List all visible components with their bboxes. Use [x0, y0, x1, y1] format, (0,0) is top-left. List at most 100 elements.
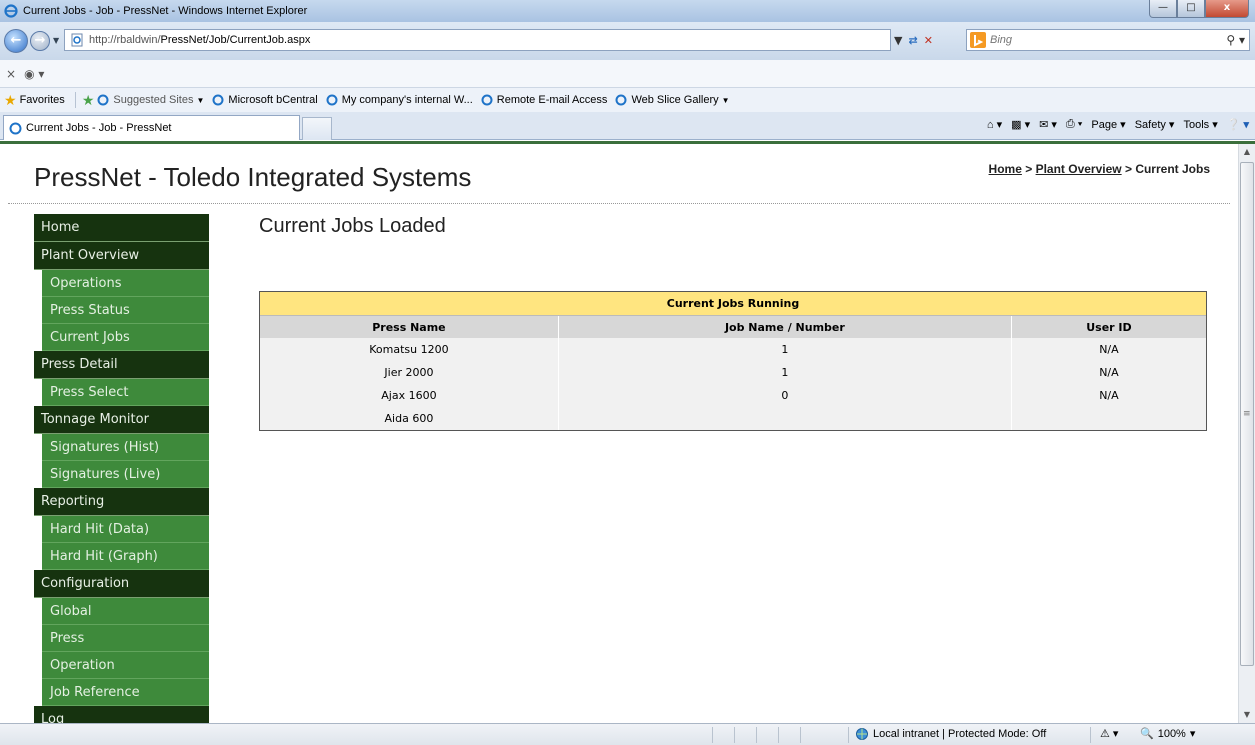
nav-operations[interactable]: Operations	[42, 270, 209, 297]
intranet-globe-icon	[856, 728, 868, 740]
nav-operation[interactable]: Operation	[42, 652, 209, 679]
address-row: ← → ▼ http://rbaldwin/PressNet/Job/Curre…	[0, 22, 1255, 60]
window-title: Current Jobs - Job - PressNet - Windows …	[23, 5, 308, 17]
add-favorite-icon[interactable]: ★	[82, 92, 95, 109]
address-bar[interactable]: http://rbaldwin/PressNet/Job/CurrentJob.…	[64, 29, 891, 51]
nav-current-jobs[interactable]: Current Jobs	[42, 324, 209, 351]
favorites-separator	[74, 92, 76, 108]
nav-press[interactable]: Press	[42, 625, 209, 652]
tab-row: Current Jobs - Job - PressNet ⌂ ▾ ▩ ▾ ✉ …	[0, 112, 1255, 140]
safety-menu[interactable]: Safety ▾	[1135, 118, 1175, 131]
cell-job-name: 1	[558, 338, 1012, 361]
security-zone[interactable]: Local intranet | Protected Mode: Off	[855, 727, 1046, 741]
search-icon[interactable]: ⚲ ▾	[1226, 33, 1245, 47]
cell-press-name: Aida 600	[260, 407, 559, 430]
help-icon[interactable]: ❔ ▾	[1227, 118, 1249, 131]
cell-job-name: 0	[558, 384, 1012, 407]
nav-press-detail[interactable]: Press Detail	[34, 351, 209, 379]
home-icon[interactable]: ⌂ ▾	[987, 118, 1002, 131]
refresh-icon[interactable]: ⇄	[908, 34, 917, 47]
nav-hard-hit-data[interactable]: Hard Hit (Data)	[42, 516, 209, 543]
header-user-id: User ID	[1011, 316, 1206, 338]
status-divider	[756, 727, 757, 743]
favorites-bar: ★ Favorites ★ Suggested Sites ▼ Microsoft…	[0, 88, 1255, 112]
search-input[interactable]	[990, 34, 1210, 46]
nav-signatures-live[interactable]: Signatures (Live)	[42, 461, 209, 488]
recent-pages-dropdown-icon[interactable]: ▼	[53, 36, 59, 45]
zoom-dropdown-icon[interactable]: ▾	[1190, 727, 1196, 740]
nav-press-select[interactable]: Press Select	[42, 379, 209, 406]
favorites-button[interactable]: ★ Favorites	[4, 92, 65, 109]
cell-job-name: 1	[558, 361, 1012, 384]
ie-page-icon	[212, 94, 224, 106]
cell-press-name: Ajax 1600	[260, 384, 559, 407]
nav-press-status[interactable]: Press Status	[42, 297, 209, 324]
window-titlebar: Current Jobs - Job - PressNet - Windows …	[0, 0, 1255, 22]
mail-icon[interactable]: ✉ ▾	[1039, 118, 1057, 131]
nav-hard-hit-graph[interactable]: Hard Hit (Graph)	[42, 543, 209, 570]
status-bar: Local intranet | Protected Mode: Off ⚠ ▾…	[0, 723, 1255, 745]
nav-signatures-hist[interactable]: Signatures (Hist)	[42, 434, 209, 461]
cell-user-id: N/A	[1011, 384, 1206, 407]
nav-tonnage-monitor[interactable]: Tonnage Monitor	[34, 406, 209, 434]
header-job-name: Job Name / Number	[558, 316, 1012, 338]
nav-job-reference[interactable]: Job Reference	[42, 679, 209, 706]
status-divider	[712, 727, 713, 743]
fav-link-suggested-sites[interactable]: Suggested Sites ▼	[97, 94, 204, 106]
breadcrumb-home-link[interactable]: Home	[989, 162, 1022, 176]
nav-configuration[interactable]: Configuration	[34, 570, 209, 598]
header-divider	[8, 203, 1230, 204]
search-box[interactable]: ⚲ ▾	[966, 29, 1250, 51]
close-toolbar-icon[interactable]: ×	[6, 67, 16, 81]
side-navigation: Home Plant Overview Operations Press Sta…	[34, 214, 209, 723]
fav-link-company-internal[interactable]: My company's internal W...	[326, 94, 473, 106]
maximize-button[interactable]: □	[1177, 0, 1205, 18]
nav-global[interactable]: Global	[42, 598, 209, 625]
tab-current-jobs[interactable]: Current Jobs - Job - PressNet	[3, 115, 300, 140]
table-row: Aida 600	[260, 407, 1206, 430]
fav-link-remote-email[interactable]: Remote E-mail Access	[481, 94, 607, 106]
page-menu[interactable]: Page ▾	[1091, 118, 1125, 131]
popup-blocker-icon[interactable]: ⚠ ▾	[1100, 727, 1118, 740]
close-button[interactable]: x	[1205, 0, 1249, 18]
page-viewport: PressNet - Toledo Integrated Systems Hom…	[0, 144, 1238, 723]
cell-press-name: Komatsu 1200	[260, 338, 559, 361]
address-dropdown-icon[interactable]: ▼	[894, 34, 902, 47]
ie-page-icon	[326, 94, 338, 106]
new-tab-button[interactable]	[302, 117, 332, 140]
feeds-icon[interactable]: ▩ ▾	[1011, 118, 1030, 131]
zoom-control[interactable]: 🔍 100% ▾	[1140, 727, 1196, 741]
cell-user-id: N/A	[1011, 338, 1206, 361]
address-buttons: ▼ ⇄ ✕	[894, 29, 933, 51]
minimize-button[interactable]: —	[1149, 0, 1177, 18]
cell-press-name: Jier 2000	[260, 361, 559, 384]
nav-plant-overview[interactable]: Plant Overview	[34, 242, 209, 270]
print-icon[interactable]: ⎙ ▾	[1066, 118, 1082, 131]
status-divider	[848, 727, 849, 743]
fav-link-microsoft-bcentral[interactable]: Microsoft bCentral	[212, 94, 318, 106]
breadcrumb-plant-overview-link[interactable]: Plant Overview	[1036, 162, 1122, 176]
page-heading: Current Jobs Loaded	[259, 215, 446, 237]
nav-log[interactable]: Log	[34, 706, 209, 723]
status-divider	[734, 727, 735, 743]
stop-icon[interactable]: ✕	[924, 34, 933, 47]
forward-button[interactable]: →	[30, 31, 50, 51]
table-header-row: Press Name Job Name / Number User ID	[260, 316, 1206, 338]
tools-menu[interactable]: Tools ▾	[1183, 118, 1217, 131]
vertical-scrollbar[interactable]: ▲ ≡ ▼	[1238, 144, 1255, 723]
nav-home[interactable]: Home	[34, 214, 209, 242]
breadcrumb-current: Current Jobs	[1135, 162, 1210, 176]
jobs-grid: Press Name Job Name / Number User ID Kom…	[260, 316, 1206, 430]
scroll-down-icon[interactable]: ▼	[1239, 707, 1255, 723]
scrollbar-grip-icon: ≡	[1243, 409, 1251, 419]
command-bar: ⌂ ▾ ▩ ▾ ✉ ▾ ⎙ ▾ Page ▾ Safety ▾ Tools ▾ …	[987, 118, 1249, 131]
back-button[interactable]: ←	[4, 29, 28, 53]
table-caption: Current Jobs Running	[260, 292, 1206, 316]
window-controls: — □ x	[1149, 0, 1249, 18]
scroll-up-icon[interactable]: ▲	[1239, 144, 1255, 160]
fav-link-web-slice-gallery[interactable]: Web Slice Gallery ▼	[615, 94, 730, 106]
nav-reporting[interactable]: Reporting	[34, 488, 209, 516]
addon-icon[interactable]: ◉ ▾	[24, 67, 44, 81]
addon-toolbar: × ◉ ▾	[0, 60, 1255, 88]
breadcrumb: Home > Plant Overview > Current Jobs	[988, 162, 1210, 176]
